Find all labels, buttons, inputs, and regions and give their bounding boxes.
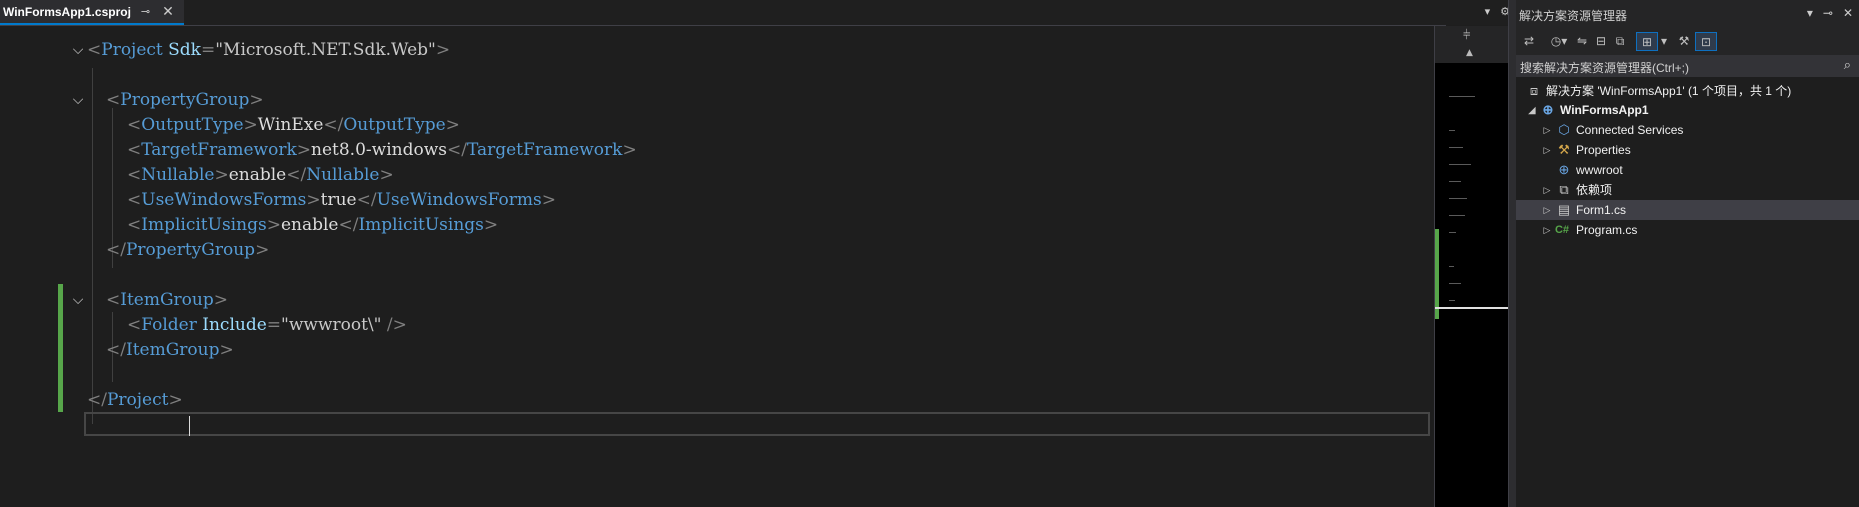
fold-toggle-icon[interactable]: ⌵ <box>70 38 86 63</box>
change-tracking-bar <box>58 284 63 412</box>
collapsed-arrow-icon[interactable]: ▷ <box>1541 200 1553 220</box>
minimap-header: ⫩ ▲ <box>1435 26 1509 63</box>
minimap-line <box>1449 96 1475 97</box>
collapsed-arrow-icon[interactable]: ▷ <box>1541 180 1553 200</box>
solution-explorer: 解决方案资源管理器 ▾ ⊸ ✕ ⇄ ◷▾ ⇋ ⊟ ⧉ ⊞ ▾ ⚒ ⊡ 搜索解决方… <box>1516 0 1859 507</box>
sync-icon[interactable]: ⇋ <box>1574 32 1590 51</box>
globe-icon: ⊕ <box>1558 162 1570 177</box>
properties-icon: ⚒ <box>1558 142 1570 157</box>
code-line-11: <ItemGroup> <box>106 290 228 310</box>
solution-explorer-search[interactable]: 搜索解决方案资源管理器(Ctrl+;) ⌕ <box>1516 55 1859 77</box>
scroll-up-icon[interactable]: ▲ <box>1466 48 1473 58</box>
window-position-dropdown-icon[interactable]: ▾ <box>1807 6 1813 20</box>
indent-guide <box>92 68 93 424</box>
collapsed-arrow-icon[interactable]: ▷ <box>1541 120 1553 140</box>
code-line-4: <OutputType>WinExe</OutputType> <box>127 115 460 135</box>
current-line-highlight <box>84 412 1430 436</box>
csharp-file-icon: C# <box>1554 224 1570 236</box>
collapsed-arrow-icon[interactable]: ▷ <box>1541 220 1553 240</box>
tab-winformsapp1-csproj[interactable]: WinFormsApp1.csproj ⊸ ✕ <box>0 0 184 25</box>
minimap-line <box>1449 300 1455 301</box>
minimap-line <box>1449 130 1455 131</box>
switch-views-icon[interactable]: ⇄ <box>1520 32 1538 51</box>
code-line-7: <UseWindowsForms>true</UseWindowsForms> <box>127 190 556 210</box>
collapsed-arrow-icon[interactable]: ▷ <box>1541 140 1553 160</box>
form-icon: ▤ <box>1557 202 1571 217</box>
search-input[interactable]: 搜索解决方案资源管理器(Ctrl+;) <box>1520 59 1689 76</box>
text-cursor <box>189 416 190 436</box>
split-window-icon[interactable]: ⫩ <box>1463 28 1470 43</box>
tree-node-wwwroot[interactable]: ⊕ wwwroot <box>1516 160 1859 180</box>
code-line-1: <Project Sdk="Microsoft.NET.Sdk.Web"> <box>87 40 451 60</box>
tree-node-form1[interactable]: ▷ ▤ Form1.cs <box>1516 200 1859 220</box>
code-line-8: <ImplicitUsings>enable</ImplicitUsings> <box>127 215 499 235</box>
minimap-line <box>1449 147 1463 148</box>
minimap-line <box>1449 266 1454 267</box>
panel-title: 解决方案资源管理器 <box>1519 9 1628 23</box>
tree-node-solution[interactable]: ⧈ 解决方案 'WinFormsApp1' (1 个项目，共 1 个) <box>1516 81 1859 101</box>
copy-icon[interactable]: ⧉ <box>1612 32 1628 51</box>
project-icon: ⊕ <box>1542 102 1554 117</box>
history-icon[interactable]: ◷▾ <box>1547 32 1571 51</box>
connected-services-icon: ⬡ <box>1558 122 1570 137</box>
solution-explorer-titlebar: 解决方案资源管理器 ▾ ⊸ ✕ <box>1516 0 1859 28</box>
tree-node-program[interactable]: ▷ C# Program.cs <box>1516 220 1859 240</box>
code-line-9: </PropertyGroup> <box>106 240 270 260</box>
minimap-viewport-indicator[interactable] <box>1435 307 1509 309</box>
tab-dropdown-icon[interactable]: ▾ <box>1485 5 1491 18</box>
pin-icon[interactable]: ⊸ <box>141 5 150 18</box>
wrench-icon[interactable]: ⚒ <box>1676 32 1692 51</box>
close-icon[interactable]: ✕ <box>162 5 174 19</box>
code-line-15: </Project> <box>87 390 183 410</box>
code-editor[interactable]: ⌵ ⌵ ⌵ <Project Sdk="Microsoft.NET.Sdk.We… <box>0 26 1434 507</box>
minimap-line <box>1449 283 1461 284</box>
code-line-12: <Folder Include="wwwroot\" /> <box>127 315 407 335</box>
code-line-5: <TargetFramework>net8.0-windows</TargetF… <box>127 140 637 160</box>
tree-node-project[interactable]: ◢ ⊕ WinFormsApp1 <box>1516 100 1859 120</box>
fold-toggle-icon[interactable]: ⌵ <box>70 288 86 313</box>
tree-node-properties[interactable]: ▷ ⚒ Properties <box>1516 140 1859 160</box>
minimap-line <box>1449 198 1467 199</box>
titlebar-actions: ▾ ⊸ ✕ <box>1807 6 1853 20</box>
editor-gutter <box>0 26 26 507</box>
minimap-change-marker <box>1435 229 1439 319</box>
close-icon[interactable]: ✕ <box>1843 6 1853 20</box>
show-all-files-icon[interactable]: ⊞ <box>1636 32 1658 51</box>
tab-title: WinFormsApp1.csproj <box>3 4 131 19</box>
minimap-line <box>1449 181 1461 182</box>
minimap-line <box>1449 232 1456 233</box>
solution-explorer-toolbar: ⇄ ◷▾ ⇋ ⊟ ⧉ ⊞ ▾ ⚒ ⊡ <box>1516 28 1859 55</box>
document-tab-strip: WinFormsApp1.csproj ⊸ ✕ ▾ ⚙ <box>0 0 1516 25</box>
collapse-all-icon[interactable]: ⊟ <box>1593 32 1609 51</box>
solution-icon: ⧈ <box>1529 83 1539 98</box>
code-line-6: <Nullable>enable</Nullable> <box>127 165 394 185</box>
preview-selected-items-icon[interactable]: ⊡ <box>1695 32 1717 51</box>
editor-minimap-scrollbar[interactable]: ⫩ ▲ <box>1434 26 1509 507</box>
search-icon[interactable]: ⌕ <box>1844 57 1851 73</box>
tab-strip-actions: ▾ ⚙ <box>1485 5 1510 18</box>
minimap-line <box>1449 164 1471 165</box>
code-line-3: <PropertyGroup> <box>106 90 264 110</box>
fold-toggle-icon[interactable]: ⌵ <box>70 88 86 113</box>
tree-node-dependencies[interactable]: ▷ ⧉ 依赖项 <box>1516 180 1859 200</box>
minimap-line <box>1449 215 1465 216</box>
expanded-arrow-icon[interactable]: ◢ <box>1526 100 1538 120</box>
tree-node-connected-services[interactable]: ▷ ⬡ Connected Services <box>1516 120 1859 140</box>
dependencies-icon: ⧉ <box>1559 182 1569 197</box>
auto-hide-pin-icon[interactable]: ⊸ <box>1823 6 1833 20</box>
dropdown-icon[interactable]: ▾ <box>1659 32 1669 51</box>
code-line-13: </ItemGroup> <box>106 340 234 360</box>
